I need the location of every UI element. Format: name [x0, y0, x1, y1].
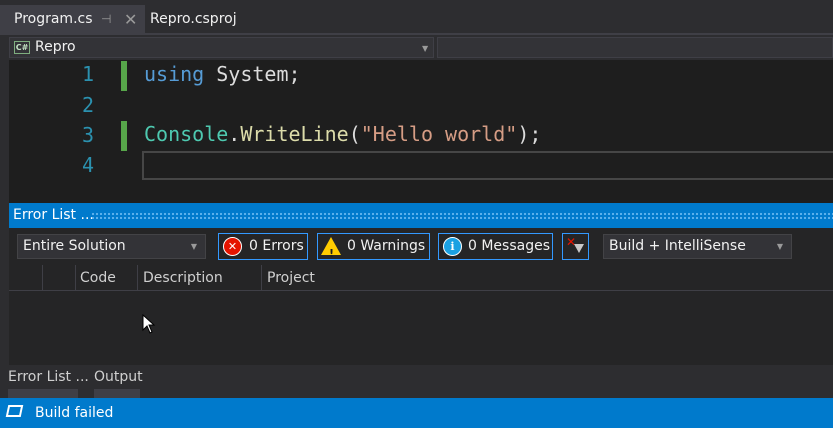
info-icon: i [443, 237, 462, 256]
error-icon: ✕ [223, 237, 242, 256]
filter-funnel-icon [574, 244, 584, 253]
source-value: Build + IntelliSense [609, 238, 746, 254]
warnings-count: 0 Warnings [347, 238, 426, 254]
build-status-icon [5, 405, 24, 417]
code-keyword: using [144, 62, 205, 86]
code-punct: ); [517, 122, 542, 146]
error-list-header-row [9, 265, 833, 291]
drag-grip[interactable] [91, 212, 833, 219]
navigation-bar: C# Repro ▼ [0, 35, 833, 60]
tab-label: Program.cs [14, 11, 93, 27]
tab-error-list[interactable]: Error List ... [8, 367, 89, 387]
current-line-highlight [142, 151, 833, 180]
code-string: "Hello world" [360, 122, 518, 146]
code-punct: ( [348, 122, 361, 146]
column-separator[interactable] [75, 265, 76, 291]
clear-filter-button[interactable]: ✕ [562, 233, 589, 260]
chevron-down-icon: ▼ [422, 44, 429, 53]
code-type: Console [144, 122, 229, 146]
code-punct: . [228, 122, 241, 146]
csharp-project-icon: C# [14, 41, 30, 54]
messages-count: 0 Messages [468, 238, 551, 254]
column-separator[interactable] [42, 265, 43, 291]
close-icon[interactable]: ✕ [124, 5, 137, 34]
column-header-project[interactable]: Project [267, 265, 315, 291]
column-header-code[interactable]: Code [80, 265, 116, 291]
member-dropdown[interactable] [437, 37, 833, 58]
project-dropdown[interactable]: C# Repro ▼ [9, 37, 434, 58]
chevron-down-icon: ▼ [190, 242, 197, 251]
column-separator[interactable] [261, 265, 262, 291]
column-separator[interactable] [137, 265, 138, 291]
tab-repro-csproj[interactable]: Repro.csproj [145, 5, 255, 34]
chevron-down-icon: ▼ [776, 242, 783, 251]
code-line-1[interactable]: using System; [144, 62, 301, 86]
error-list-title: Error List ... [13, 207, 94, 223]
error-list-titlebar[interactable]: Error List ... [9, 203, 833, 228]
change-indicator [121, 121, 127, 151]
errors-filter-button[interactable]: ✕ 0 Errors [218, 233, 308, 260]
left-margin-strip [0, 60, 9, 365]
project-name: Repro [35, 39, 76, 55]
tab-indicator [94, 389, 140, 398]
status-bar: Build failed [0, 398, 833, 428]
tab-program-cs[interactable]: Program.cs ⊣ ✕ [0, 5, 145, 34]
line-number: 1 [81, 62, 94, 86]
code-method: WriteLine [240, 122, 349, 146]
code-text: System; [204, 62, 301, 86]
status-text: Build failed [35, 405, 114, 421]
errors-count: 0 Errors [249, 238, 304, 254]
tab-output[interactable]: Output [94, 367, 143, 387]
scope-dropdown[interactable]: Entire Solution ▼ [17, 234, 206, 259]
pin-icon[interactable]: ⊣ [101, 5, 111, 34]
warnings-filter-button[interactable]: ! 0 Warnings [317, 233, 430, 260]
line-number: 2 [81, 93, 94, 117]
messages-filter-button[interactable]: i 0 Messages [438, 233, 553, 260]
tab-indicator [8, 389, 78, 398]
change-indicator [121, 61, 127, 91]
column-header-description[interactable]: Description [143, 265, 223, 291]
line-number: 4 [81, 153, 94, 177]
source-dropdown[interactable]: Build + IntelliSense ▼ [603, 234, 792, 259]
mouse-cursor-icon [142, 314, 156, 334]
line-number: 3 [81, 123, 94, 147]
code-line-3[interactable]: Console.WriteLine("Hello world"); [144, 122, 541, 146]
tab-label: Repro.csproj [150, 11, 237, 27]
scope-value: Entire Solution [23, 238, 126, 254]
